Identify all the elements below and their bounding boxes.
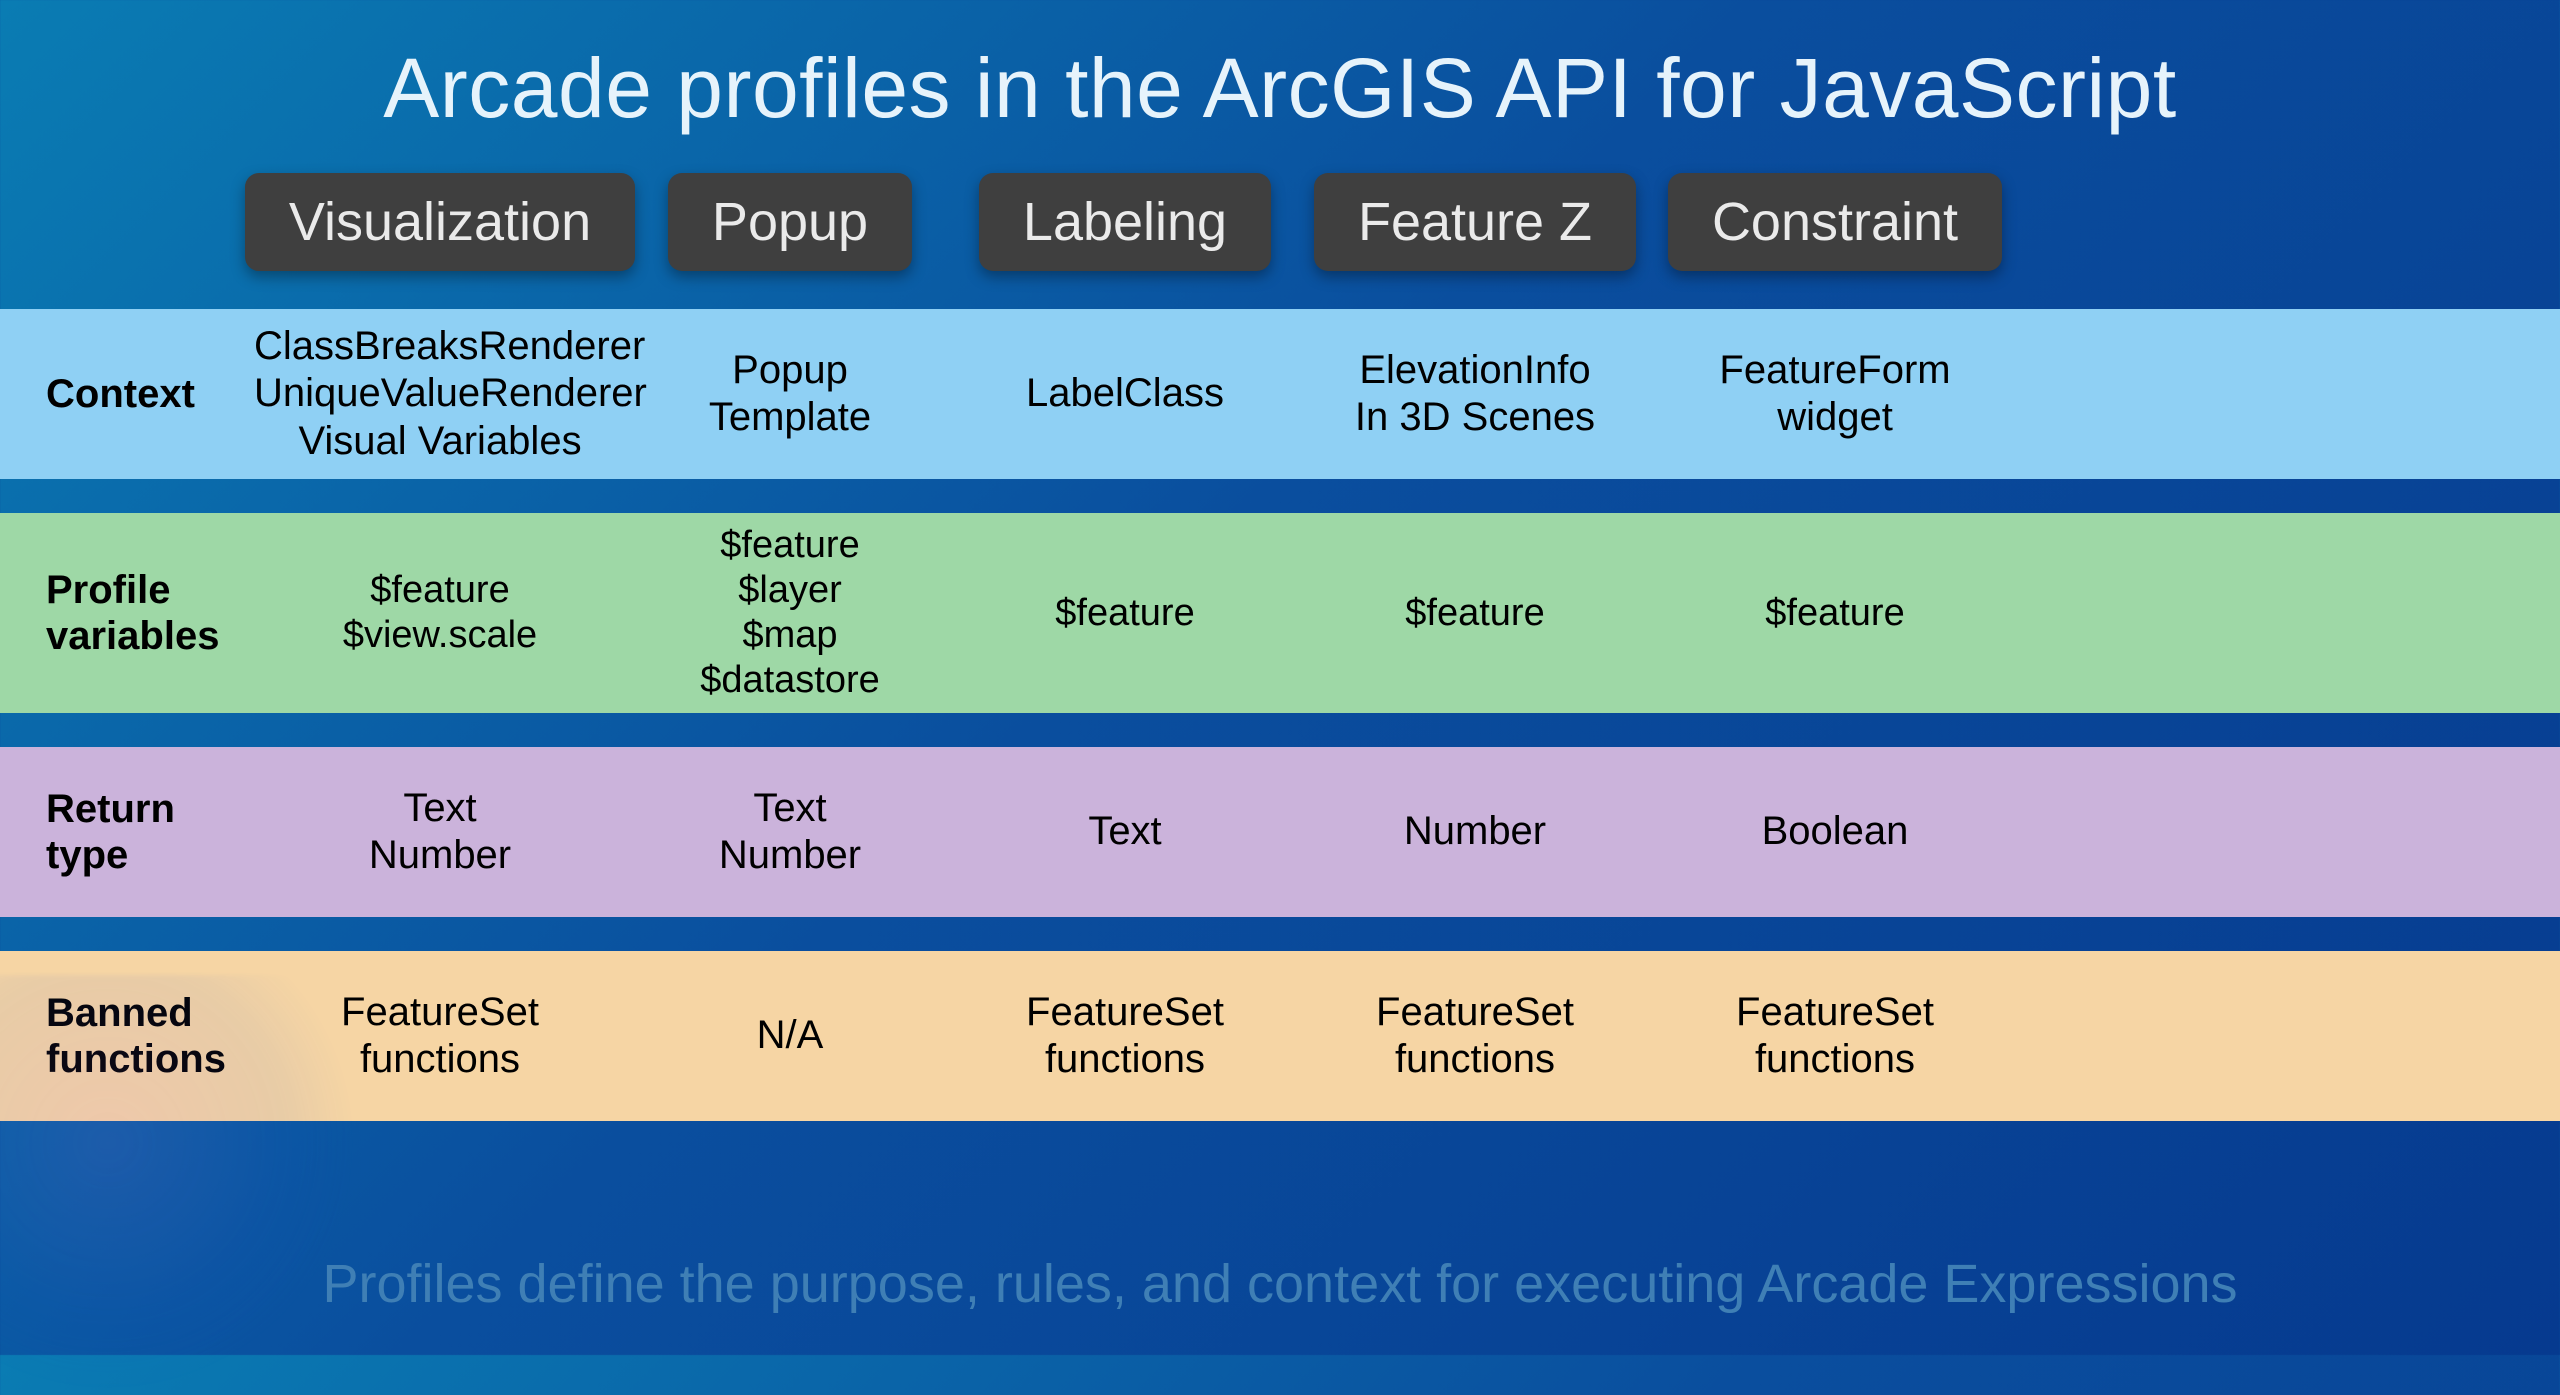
- row-banned-functions: Banned functions FeatureSet functions N/…: [0, 951, 2560, 1121]
- cell-return-constraint: Boolean: [1650, 798, 2020, 865]
- cell-context-popup: Popup Template: [630, 337, 950, 451]
- column-headers: Visualization Popup Labeling Feature Z C…: [0, 173, 2560, 271]
- col-visualization: Visualization: [245, 173, 635, 271]
- slide-footer: Profiles define the purpose, rules, and …: [0, 1253, 2560, 1315]
- slide-title: Arcade profiles in the ArcGIS API for Ja…: [0, 40, 2560, 137]
- row-vars-label: Profile variables: [40, 567, 250, 659]
- cell-context-constraint: FeatureForm widget: [1650, 337, 2020, 451]
- row-profile-variables: Profile variables $feature $view.scale $…: [0, 513, 2560, 713]
- row-return-label: Return type: [40, 786, 250, 878]
- row-context-label: Context: [40, 371, 250, 417]
- cell-vars-constraint: $feature: [1650, 581, 2020, 646]
- cell-context-labeling: LabelClass: [950, 360, 1300, 427]
- cell-return-visualization: Text Number: [250, 775, 630, 889]
- row-banned-label: Banned functions: [40, 990, 250, 1082]
- row-return-type: Return type Text Number Text Number Text…: [0, 747, 2560, 917]
- header-spacer: [40, 173, 250, 271]
- col-constraint: Constraint: [1668, 173, 2002, 271]
- cell-return-labeling: Text: [950, 798, 1300, 865]
- cell-banned-visualization: FeatureSet functions: [250, 979, 630, 1093]
- cell-vars-labeling: $feature: [950, 581, 1300, 646]
- col-labeling: Labeling: [979, 173, 1271, 271]
- cell-banned-featurez: FeatureSet functions: [1300, 979, 1650, 1093]
- cell-return-popup: Text Number: [630, 775, 950, 889]
- slide: Arcade profiles in the ArcGIS API for Ja…: [0, 0, 2560, 1355]
- cell-context-visualization: ClassBreaksRenderer UniqueValueRenderer …: [250, 313, 630, 475]
- cell-vars-popup: $feature $layer $map $datastore: [630, 513, 950, 712]
- cell-vars-featurez: $feature: [1300, 581, 1650, 646]
- row-context: Context ClassBreaksRenderer UniqueValueR…: [0, 309, 2560, 479]
- col-feature-z: Feature Z: [1314, 173, 1636, 271]
- cell-banned-labeling: FeatureSet functions: [950, 979, 1300, 1093]
- cell-context-featurez: ElevationInfo In 3D Scenes: [1300, 337, 1650, 451]
- cell-vars-visualization: $feature $view.scale: [250, 558, 630, 668]
- cell-return-featurez: Number: [1300, 798, 1650, 865]
- cell-banned-popup: N/A: [630, 1002, 950, 1069]
- col-popup: Popup: [668, 173, 912, 271]
- cell-banned-constraint: FeatureSet functions: [1650, 979, 2020, 1093]
